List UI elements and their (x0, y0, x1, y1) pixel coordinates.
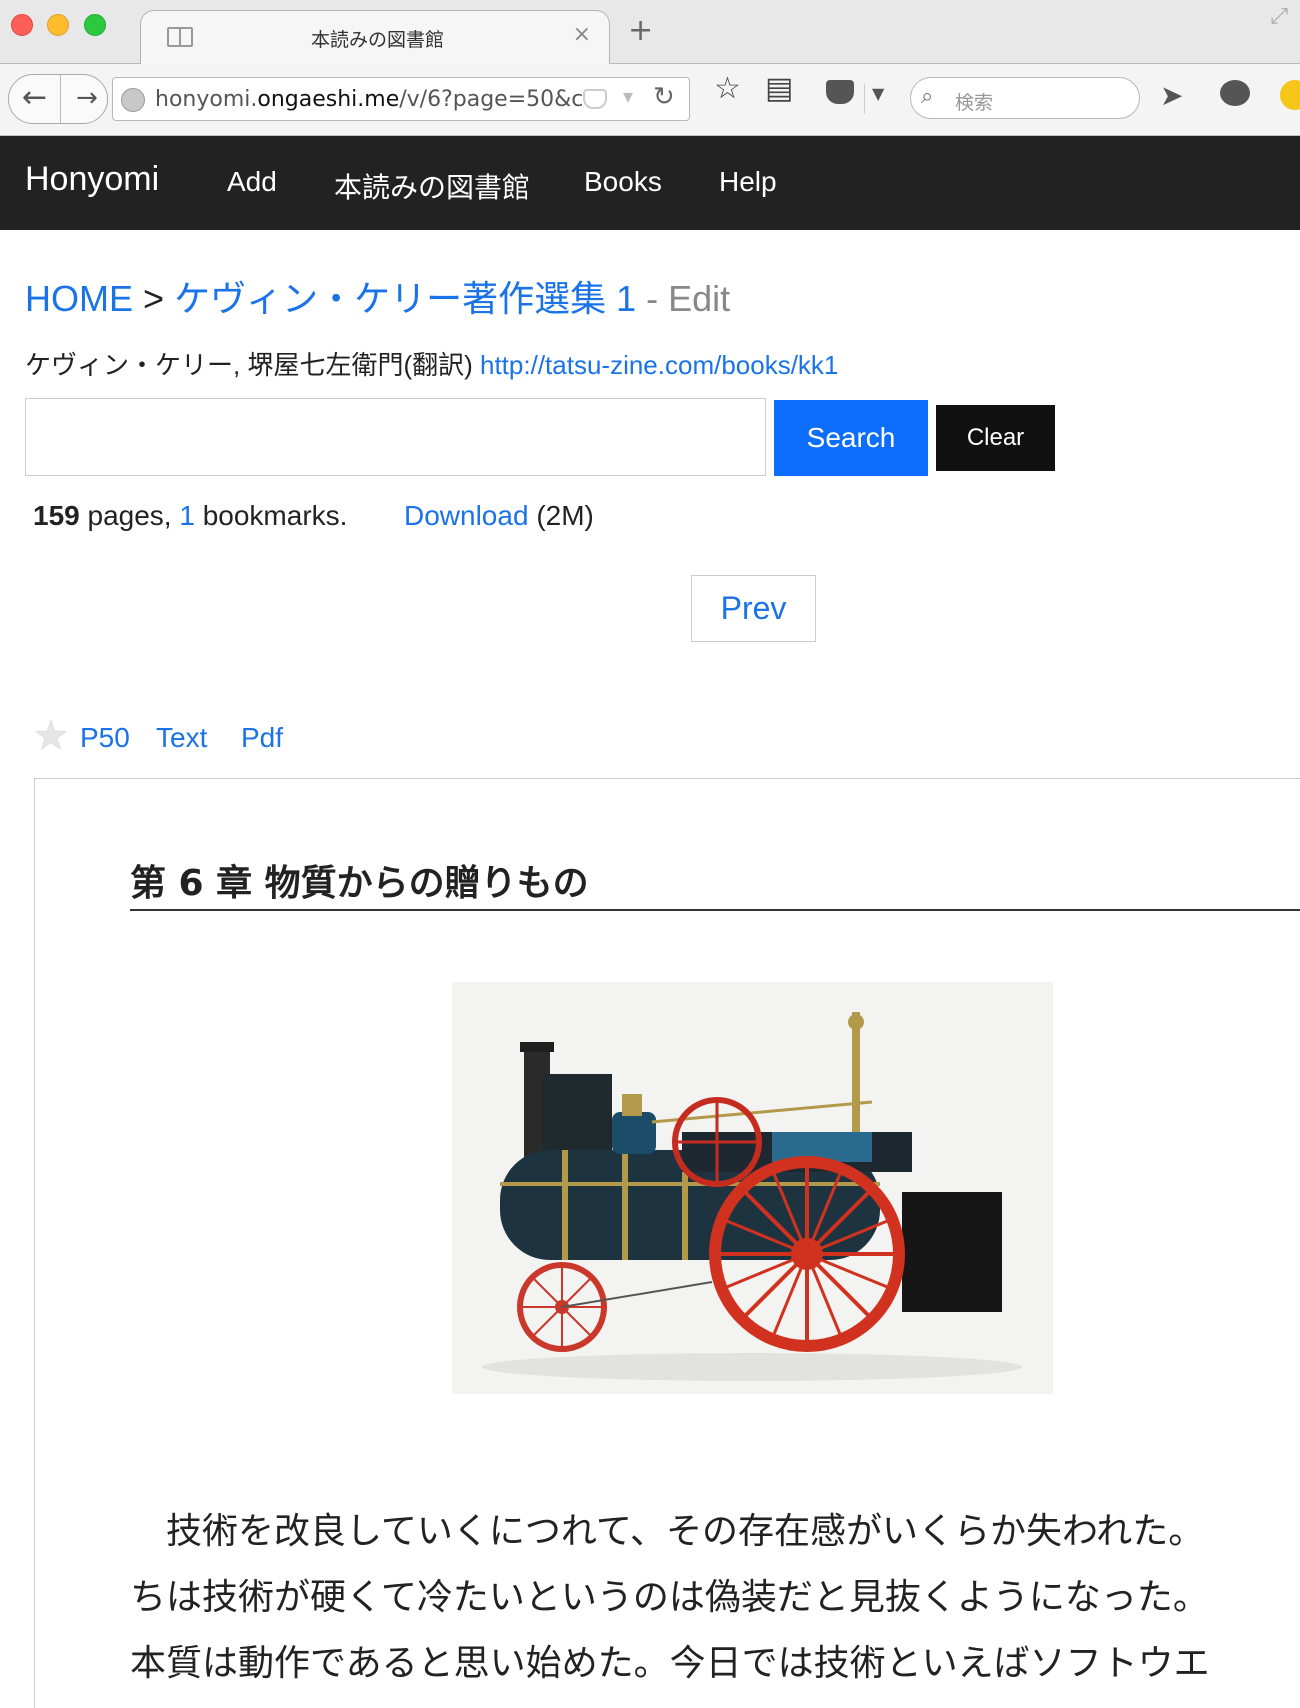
browser-tab-bar: 本読みの図書館 × + ⤢ (0, 0, 1300, 66)
url-host: ongaeshi.me (257, 87, 400, 112)
bookmarks-label: bookmarks. (202, 500, 348, 531)
tab-title: 本読みの図書館 (311, 29, 445, 51)
zoom-window-button[interactable] (84, 14, 106, 36)
globe-icon (121, 88, 145, 112)
clear-button[interactable]: Clear (936, 405, 1055, 471)
paragraph-line: 技術を改良していくにつれて、その存在感がいくらか失われた。 (130, 1511, 1205, 1552)
search-input[interactable] (25, 398, 766, 476)
pages-count: 159 (33, 500, 80, 531)
pages-label: pages, (87, 500, 172, 531)
tab-close-icon[interactable]: × (573, 22, 591, 47)
reader-view-icon (167, 27, 193, 47)
pocket-icon[interactable] (583, 89, 607, 109)
steam-tractor-illustration (452, 982, 1053, 1394)
download-size: (2M) (536, 500, 594, 531)
breadcrumb-book-title[interactable]: ケヴィン・ケリー著作選集 1 (174, 278, 636, 319)
download-link[interactable]: Download (404, 500, 529, 531)
brand-link[interactable]: Honyomi (25, 160, 159, 199)
paragraph-line: ちは技術が硬くて冷たいというのは偽装だと見抜くようになった。 (130, 1577, 1209, 1618)
send-icon[interactable]: ➤ (1160, 82, 1183, 110)
chat-icon[interactable] (1220, 80, 1250, 106)
chevron-down-icon[interactable]: ▾ (623, 84, 633, 108)
pocket-save-icon[interactable] (826, 80, 854, 104)
reload-icon[interactable]: ↻ (653, 82, 675, 112)
browser-tab[interactable]: 本読みの図書館 × (140, 10, 610, 66)
nav-library[interactable]: 本読みの図書館 (334, 166, 530, 206)
nav-add[interactable]: Add (227, 166, 277, 198)
page-number-link[interactable]: P50 (80, 722, 130, 754)
breadcrumb: HOME > ケヴィン・ケリー著作選集 1 - Edit (25, 270, 730, 322)
url-bar[interactable]: honyomi.ongaeshi.me/v/6?page=50&c ▾ ↻ (112, 77, 690, 121)
nav-help[interactable]: Help (719, 166, 777, 198)
steam-tractor-drawing (452, 982, 1053, 1394)
url-path: /v/6?page=50&c (399, 87, 584, 112)
page-paragraph: 技術を改良していくにつれて、その存在感がいくらか失われた。 ちは技術が硬くて冷た… (130, 1499, 1210, 1697)
breadcrumb-home[interactable]: HOME (25, 278, 133, 319)
bookmark-star-icon[interactable]: ★ (33, 716, 69, 756)
url-text[interactable]: honyomi.ongaeshi.me/v/6?page=50&c (155, 87, 583, 112)
browser-search-box[interactable]: ⌕ 検索 (910, 77, 1140, 119)
page-pdf-link[interactable]: Pdf (241, 722, 283, 754)
reading-list-icon[interactable]: ▤ (765, 74, 793, 104)
prev-button[interactable]: Prev (691, 575, 816, 642)
fullscreen-icon[interactable]: ⤢ (1270, 4, 1288, 29)
chapter-title: 第 6 章 物質からの贈りもの (130, 863, 589, 904)
search-button[interactable]: Search (774, 400, 928, 476)
forward-button[interactable]: → (69, 75, 105, 123)
browser-search-placeholder: 検索 (955, 92, 994, 114)
minimize-window-button[interactable] (47, 14, 69, 36)
page-preview: 第 6 章 物質からの贈りもの 技術を改良していくにつれて、その存在感がいくらか… (34, 778, 1300, 1708)
search-icon: ⌕ (921, 84, 934, 109)
page-text-link[interactable]: Text (156, 722, 207, 754)
download-line: Download (2M) (404, 500, 594, 532)
nav-books[interactable]: Books (584, 166, 662, 198)
new-tab-button[interactable]: + (628, 16, 653, 46)
breadcrumb-separator: > (143, 278, 165, 319)
chapter-underline (130, 909, 1300, 911)
close-window-button[interactable] (11, 14, 33, 36)
url-prefix: honyomi. (155, 87, 258, 112)
paragraph-line: 本質は動作であると思い始めた。今日では技術といえばソフトウエ (130, 1643, 1210, 1684)
toolbar-divider (864, 84, 865, 114)
bookmark-star-icon[interactable]: ☆ (714, 74, 741, 104)
back-button[interactable]: ← (9, 75, 61, 123)
bookmarks-count-link[interactable]: 1 (179, 500, 195, 531)
book-stats: 159 pages, 1 bookmarks. (33, 500, 347, 532)
book-url-link[interactable]: http://tatsu-zine.com/books/kk1 (480, 350, 838, 380)
author-line: ケヴィン・ケリー, 堺屋七左衛門(翻訳) http://tatsu-zine.c… (25, 345, 838, 382)
book-authors: ケヴィン・ケリー, 堺屋七左衛門(翻訳) (25, 350, 473, 380)
site-header: Honyomi Add 本読みの図書館 Books Help (0, 136, 1300, 230)
breadcrumb-edit: - Edit (646, 278, 731, 319)
chevron-down-icon[interactable]: ▼ (872, 86, 884, 102)
back-forward-group: ← → (8, 74, 108, 124)
